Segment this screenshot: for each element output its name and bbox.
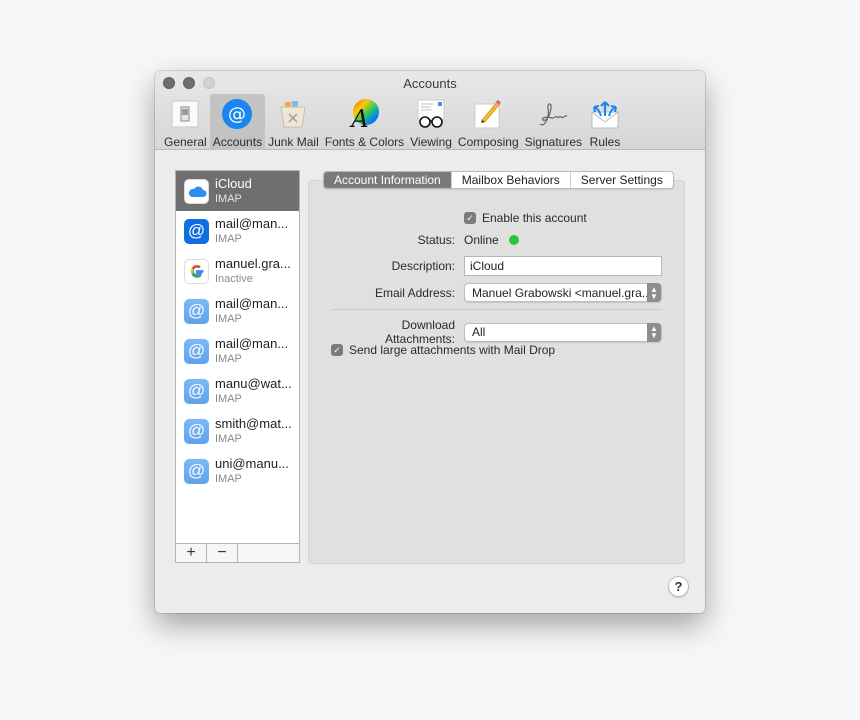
download-attachments-select[interactable]: All ▲ ▼ <box>464 322 662 342</box>
toolbar-label: Junk Mail <box>268 135 319 149</box>
description-label: Description: <box>391 259 455 273</box>
mail-drop-label: Send large attachments with Mail Drop <box>349 343 556 357</box>
toolbar-label: Composing <box>457 135 519 149</box>
preferences-toolbar: General @ Accounts Junk Mail A Fonts & C… <box>161 94 625 150</box>
general-switch-icon <box>168 97 202 131</box>
trash-bin-icon <box>276 97 310 131</box>
account-type: IMAP <box>215 472 242 485</box>
accounts-preferences-window: Accounts General @ Accounts Junk Mail A … <box>155 71 705 613</box>
tab-mailbox-behaviors[interactable]: Mailbox Behaviors <box>450 172 570 188</box>
account-item[interactable]: @ mail@man... IMAP <box>176 211 299 251</box>
account-item-google[interactable]: manuel.gra... Inactive <box>176 251 299 291</box>
toolbar-label: Rules <box>589 135 621 149</box>
enable-account-checkbox[interactable]: ✓ <box>464 212 476 224</box>
account-type: IMAP <box>215 432 242 445</box>
svg-text:A: A <box>350 105 369 130</box>
account-item[interactable]: @ mail@man... IMAP <box>176 291 299 331</box>
titlebar: Accounts General @ Accounts Junk Mail A … <box>155 71 705 150</box>
account-name: manu@wat... <box>215 375 292 391</box>
at-sign-light-icon: @ <box>184 418 209 444</box>
enable-account-label: Enable this account <box>482 211 587 225</box>
description-input[interactable]: iCloud <box>464 256 662 276</box>
at-sign-icon: @ <box>220 97 254 131</box>
at-sign-light-icon: @ <box>184 378 209 404</box>
account-item[interactable]: @ manu@wat... IMAP <box>176 371 299 411</box>
signature-icon <box>536 97 570 131</box>
status-value: Online <box>464 233 499 247</box>
at-sign-light-icon: @ <box>184 458 209 484</box>
account-name: iCloud <box>215 175 252 191</box>
account-name: mail@man... <box>215 215 289 231</box>
toolbar-accounts[interactable]: @ Accounts <box>209 94 266 150</box>
help-button[interactable]: ? <box>668 576 689 597</box>
envelope-arrows-icon <box>588 97 622 131</box>
toolbar-composing[interactable]: Composing <box>455 94 522 150</box>
account-item[interactable]: @ mail@man... IMAP <box>176 331 299 371</box>
form-separator <box>331 309 662 310</box>
account-item[interactable]: @ uni@manu... IMAP <box>176 451 299 491</box>
toolbar-fonts-colors[interactable]: A Fonts & Colors <box>322 94 407 150</box>
list-controls-spacer <box>238 544 299 562</box>
toolbar-label: Accounts <box>212 135 263 149</box>
window-title: Accounts <box>403 76 457 91</box>
download-attachments-value: All <box>472 325 486 339</box>
chevron-up-down-icon: ▲ ▼ <box>647 322 661 342</box>
account-type: IMAP <box>215 352 242 365</box>
at-sign-light-icon: @ <box>184 338 209 364</box>
toolbar-label: Fonts & Colors <box>324 135 405 149</box>
account-type: IMAP <box>215 192 242 205</box>
add-account-button[interactable]: + <box>176 544 207 562</box>
download-attachments-label: Download Attachments: <box>384 318 455 346</box>
remove-account-button[interactable]: − <box>207 544 238 562</box>
account-list-controls: + − <box>175 543 300 563</box>
email-address-label: Email Address: <box>374 285 455 300</box>
account-tabs: Account Information Mailbox Behaviors Se… <box>323 171 674 189</box>
account-name: uni@manu... <box>215 455 289 471</box>
toolbar-label: Signatures <box>524 135 582 149</box>
account-type: IMAP <box>215 392 242 405</box>
tab-account-information[interactable]: Account Information <box>324 172 451 188</box>
at-sign-dark-icon: @ <box>184 218 209 244</box>
mail-drop-checkbox[interactable]: ✓ <box>331 344 343 356</box>
toolbar-general[interactable]: General <box>161 94 210 150</box>
status-label: Status: <box>417 233 455 247</box>
status-row: Status: Online <box>331 233 519 247</box>
account-name: manuel.gra... <box>215 255 291 271</box>
toolbar-label: General <box>164 135 207 149</box>
pencil-paper-icon <box>471 97 505 131</box>
status-online-indicator <box>508 235 519 245</box>
font-color-wheel-icon: A <box>347 97 381 131</box>
account-name: mail@man... <box>215 295 289 311</box>
email-address-value: Manuel Grabowski <manuel.gra... <box>472 285 652 300</box>
chevron-up-down-icon: ▲ ▼ <box>647 283 661 302</box>
glasses-icon <box>414 97 448 131</box>
description-row: Description: iCloud <box>331 256 662 276</box>
account-item[interactable]: @ smith@mat... IMAP <box>176 411 299 451</box>
toolbar-junk-mail[interactable]: Junk Mail <box>265 94 322 150</box>
toolbar-viewing[interactable]: Viewing <box>407 94 455 150</box>
mail-drop-row: ✓ Send large attachments with Mail Drop <box>331 343 555 357</box>
account-item-icloud[interactable]: iCloud IMAP <box>176 171 299 211</box>
email-address-row: Email Address: Manuel Grabowski <manuel.… <box>331 283 662 302</box>
account-name: mail@man... <box>215 335 289 351</box>
svg-text:@: @ <box>228 104 246 125</box>
icloud-icon <box>184 178 209 204</box>
accounts-pane: iCloud IMAP @ mail@man... IMAP manuel.gr… <box>155 151 705 613</box>
email-address-select[interactable]: Manuel Grabowski <manuel.gra... ▲ ▼ <box>464 283 662 302</box>
account-type: IMAP <box>215 232 242 245</box>
tab-server-settings[interactable]: Server Settings <box>569 172 673 188</box>
toolbar-label: Viewing <box>410 135 452 149</box>
google-icon <box>184 258 209 284</box>
enable-account-row: ✓ Enable this account <box>464 211 587 225</box>
account-type: IMAP <box>215 312 242 325</box>
download-attachments-row: Download Attachments: All ▲ ▼ <box>331 318 662 346</box>
toolbar-rules[interactable]: Rules <box>585 94 625 150</box>
account-type: Inactive <box>215 272 253 285</box>
toolbar-signatures[interactable]: Signatures <box>522 94 585 150</box>
account-list[interactable]: iCloud IMAP @ mail@man... IMAP manuel.gr… <box>175 170 300 544</box>
account-name: smith@mat... <box>215 415 292 431</box>
at-sign-light-icon: @ <box>184 298 209 324</box>
